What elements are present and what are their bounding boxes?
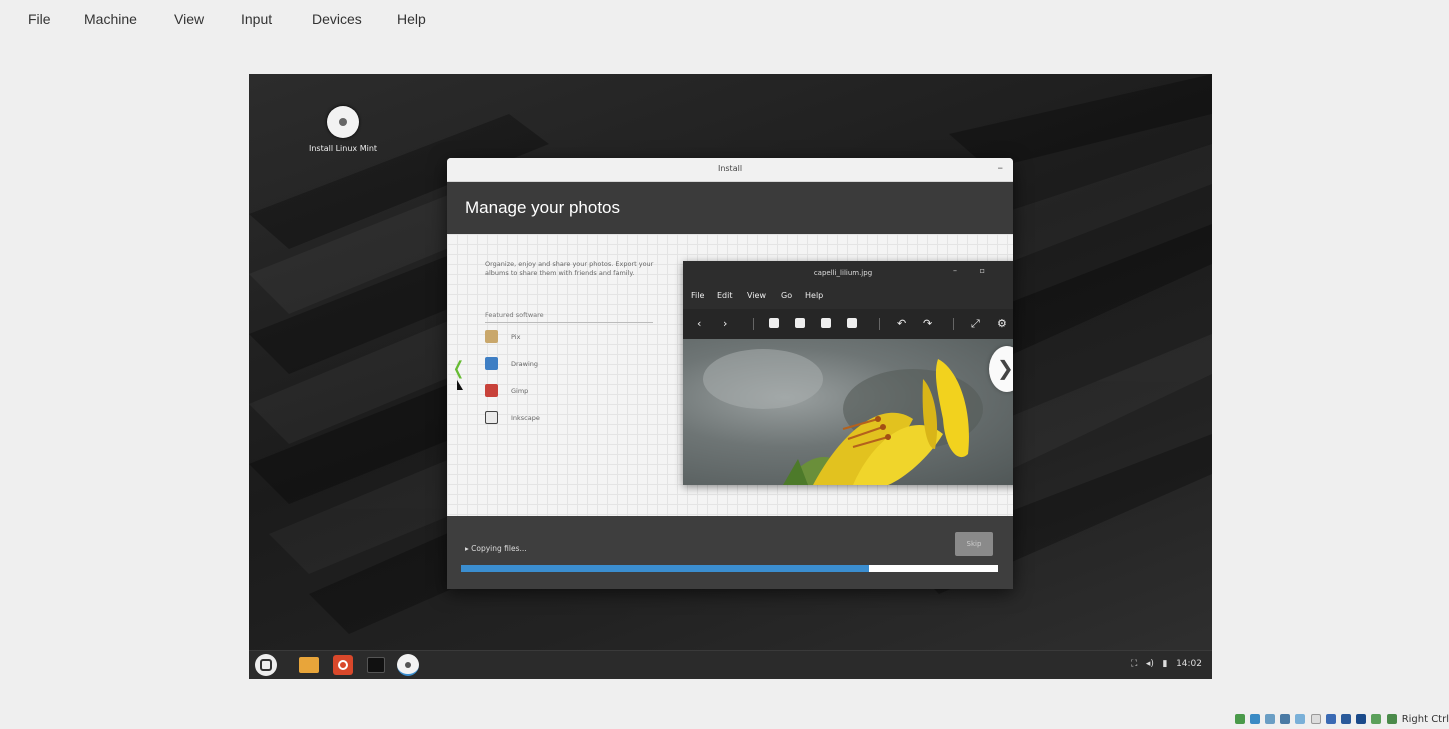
viewer-menu-file: File: [691, 291, 705, 300]
installer-window: Install – Manage your photos Organize, e…: [447, 158, 1013, 589]
mouse-cursor-icon: [457, 380, 463, 390]
menu-devices[interactable]: Devices: [312, 11, 362, 27]
taskbar: ⛶ ◂) ▮ 14:02: [249, 650, 1212, 679]
usb-icon[interactable]: [1295, 714, 1306, 724]
files-icon[interactable]: [299, 657, 319, 673]
firefox-icon[interactable]: [333, 655, 353, 675]
slide-description: Organize, enjoy and share your photos. E…: [485, 260, 654, 277]
separator: [753, 318, 754, 330]
cpu-icon[interactable]: [1356, 714, 1367, 724]
viewer-toolbar: ‹ › ↶ ↷ ⤢ ⚙: [683, 309, 1013, 339]
minimize-button[interactable]: –: [998, 161, 1004, 174]
back-icon: ‹: [697, 317, 702, 330]
app-label: Inkscape: [511, 414, 540, 422]
lily-image: [703, 349, 983, 485]
progress-bar: [461, 565, 998, 572]
viewer-menu-help: Help: [805, 291, 824, 300]
desktop-install-icon[interactable]: Install Linux Mint: [293, 106, 393, 153]
mouse-integration-icon[interactable]: [1386, 714, 1397, 724]
battery-icon[interactable]: ▮: [1163, 659, 1168, 669]
zoom-normal-icon: [821, 318, 831, 328]
separator: [953, 318, 954, 330]
audio-icon[interactable]: [1265, 714, 1275, 724]
display-icon[interactable]: [1325, 714, 1336, 724]
zoom-in-icon: [795, 318, 805, 328]
hard-disk-icon[interactable]: [1234, 714, 1245, 724]
optical-drive-icon[interactable]: [1249, 714, 1260, 724]
menu-file[interactable]: File: [28, 11, 51, 27]
viewer-menu-go: Go: [781, 291, 793, 300]
guest-additions-icon[interactable]: [1371, 714, 1382, 724]
image-viewer-screenshot: capelli_lilium.jpg – ▫ File Edit View Go…: [683, 261, 1013, 485]
shared-folder-icon[interactable]: [1310, 714, 1321, 724]
installer-task-icon[interactable]: [397, 654, 419, 676]
status-text[interactable]: ▸ Copying files...: [465, 544, 527, 553]
recording-icon[interactable]: [1340, 714, 1351, 724]
volume-icon[interactable]: ◂): [1146, 659, 1154, 669]
app-label: Gimp: [511, 387, 529, 395]
separator: [879, 318, 880, 330]
installer-header: Manage your photos: [447, 182, 1013, 234]
lily-photo: [683, 339, 1013, 485]
app-label: Drawing: [511, 360, 539, 368]
zoom-fit-icon: [847, 318, 857, 328]
zoom-out-icon: [769, 318, 779, 328]
app-label: Pix: [511, 333, 521, 341]
fullscreen-icon: ⤢: [971, 317, 980, 330]
mint-menu-icon[interactable]: [255, 654, 277, 676]
menu-machine[interactable]: Machine: [84, 11, 137, 27]
host-menubar: File Machine View Input Devices Help: [0, 0, 1449, 40]
inkscape-icon: [485, 411, 498, 424]
viewer-window-controls: – ▫: [953, 266, 995, 275]
skip-button[interactable]: Skip: [955, 532, 993, 556]
installer-title: Install: [717, 164, 743, 173]
rotate-left-icon: ↶: [897, 317, 907, 330]
drawing-icon: [485, 357, 498, 370]
installer-footer: ▸ Copying files... Skip: [447, 516, 1013, 589]
gimp-icon: [485, 384, 498, 397]
terminal-icon[interactable]: [367, 657, 385, 673]
clock[interactable]: 14:02: [1176, 659, 1202, 669]
network-adapter-icon[interactable]: [1280, 714, 1291, 724]
rotate-right-icon: ↷: [923, 317, 933, 330]
pix-icon: [485, 330, 498, 343]
previous-slide-button[interactable]: ❬: [451, 358, 466, 382]
menu-view[interactable]: View: [174, 11, 204, 27]
menu-help[interactable]: Help: [397, 11, 426, 27]
host-key-label: Right Ctrl: [1401, 714, 1449, 725]
network-icon[interactable]: ⛶: [1131, 659, 1137, 669]
forward-icon: ›: [723, 317, 728, 330]
menu-input[interactable]: Input: [241, 11, 272, 27]
desktop-icon-label: Install Linux Mint: [308, 144, 378, 153]
vm-screen[interactable]: Install Linux Mint Install – Manage your…: [249, 74, 1212, 679]
slide-heading: Manage your photos: [465, 198, 620, 217]
host-statusbar: Right Ctrl: [1234, 714, 1449, 729]
progress-fill: [461, 565, 870, 572]
system-tray: ⛶ ◂) ▮ 14:02: [1131, 659, 1202, 669]
installer-titlebar[interactable]: Install –: [447, 158, 1013, 182]
featured-software-label: Featured software: [485, 311, 653, 323]
viewer-menu-edit: Edit: [717, 291, 733, 300]
settings-icon: ⚙: [997, 317, 1007, 330]
disc-icon: [327, 106, 359, 138]
viewer-menu-view: View: [747, 291, 766, 300]
slideshow: Organize, enjoy and share your photos. E…: [447, 234, 1013, 516]
